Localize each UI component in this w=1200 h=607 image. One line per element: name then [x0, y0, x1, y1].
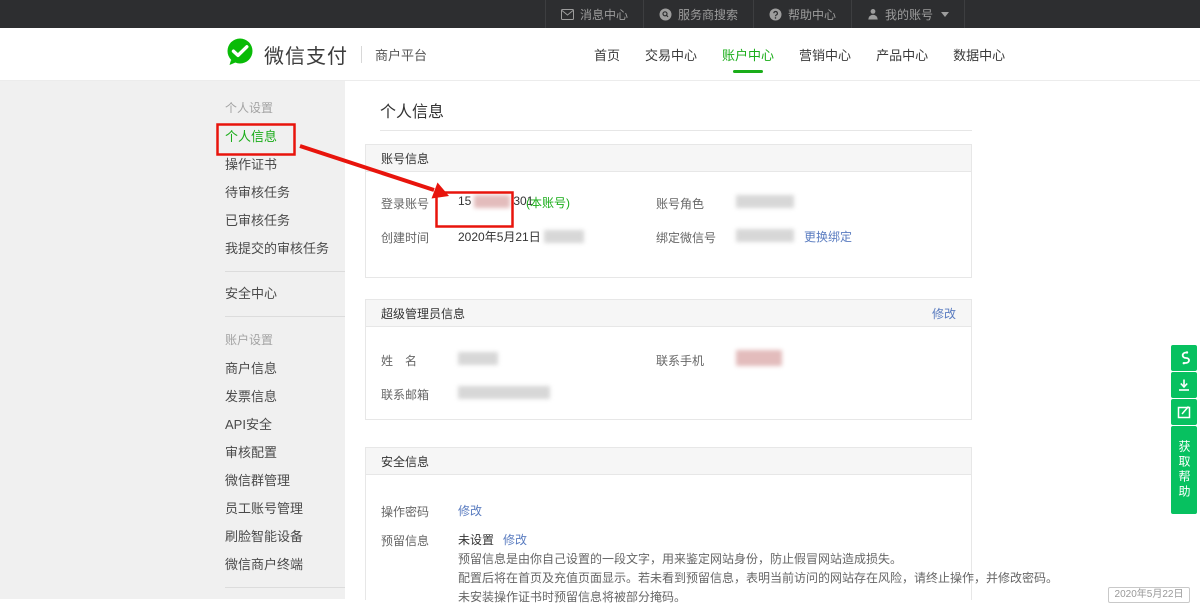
description-line: 未安装操作证书时预留信息将被部分掩码。 [458, 588, 963, 607]
topbar-item-label: 服务商搜索 [678, 6, 738, 23]
topbar-item-label: 消息中心 [580, 6, 628, 23]
redacted-created-time [544, 230, 584, 243]
reserved-info-status: 未设置 [458, 531, 494, 548]
nav-item-account-center[interactable]: 账户中心 [720, 28, 776, 80]
main-nav: 首页 交易中心 账户中心 营销中心 产品中心 数据中心 [592, 28, 1007, 80]
sidebar-section-account-settings: 账户设置 [225, 325, 345, 355]
reserved-info-description: 预留信息是由你自己设置的一段文字，用来鉴定网站身份，防止假冒网站造成损失。 配置… [458, 550, 963, 607]
card-title: 账号信息 [381, 150, 429, 167]
sidebar-item-reviewed-tasks[interactable]: 已审核任务 [225, 207, 345, 235]
sidebar-item-security-center[interactable]: 安全中心 [225, 280, 345, 308]
sidebar-item-pending-review-tasks[interactable]: 待审核任务 [225, 179, 345, 207]
redacted-admin-email [458, 386, 550, 399]
account-role-label: 账号角色 [656, 195, 704, 212]
sidebar-item-review-config[interactable]: 审核配置 [225, 439, 345, 467]
sidebar-item-operation-certificate[interactable]: 操作证书 [225, 151, 345, 179]
logo-divider [361, 46, 362, 63]
login-account-label: 登录账号 [381, 195, 429, 212]
rebind-link[interactable]: 更换绑定 [804, 228, 852, 245]
nav-item-marketing-center[interactable]: 营销中心 [797, 28, 853, 80]
nav-item-transaction-center[interactable]: 交易中心 [643, 28, 699, 80]
sidebar-section-personal-settings: 个人设置 [225, 93, 345, 123]
mail-icon [561, 9, 574, 20]
current-account-note: (本账号) [526, 194, 570, 211]
description-line: 配置后将在首页及充值页面显示。若未看到预留信息，表明当前访问的网站存在风险，请终… [458, 569, 963, 588]
security-info-card: 安全信息 操作密码 修改 预留信息 未设置 修改 预留信息是由你自己设置的一段文… [365, 447, 972, 600]
redacted-account-role [736, 195, 794, 208]
reserved-info-label: 预留信息 [381, 532, 429, 549]
security-info-card-header: 安全信息 [366, 448, 971, 475]
super-admin-card: 超级管理员信息 修改 姓 名 联系手机 联系邮箱 [365, 299, 972, 420]
sidebar-divider [225, 271, 345, 272]
super-admin-card-header: 超级管理员信息 修改 [366, 300, 971, 327]
operation-password-label: 操作密码 [381, 503, 429, 520]
description-line: 预留信息是由你自己设置的一段文字，用来鉴定网站身份，防止假冒网站造成损失。 [458, 550, 963, 569]
platform-name: 商户平台 [375, 45, 427, 64]
date-tooltip: 2020年5月22日 [1108, 587, 1190, 603]
topbar: 消息中心 服务商搜索 帮助中心 我的账号 [0, 0, 1200, 28]
topbar-item-messages[interactable]: 消息中心 [545, 0, 643, 28]
sidebar-item-wechat-group-management[interactable]: 微信群管理 [225, 467, 345, 495]
header: 微信支付 商户平台 首页 交易中心 账户中心 营销中心 产品中心 数据中心 [0, 28, 1200, 81]
login-account-prefix: 15 [458, 194, 471, 208]
created-time-label: 创建时间 [381, 229, 429, 246]
admin-name-label: 姓 名 [381, 352, 417, 369]
topbar-item-help[interactable]: 帮助中心 [753, 0, 851, 28]
admin-phone-label: 联系手机 [656, 352, 704, 369]
hotline-button[interactable] [1171, 345, 1197, 371]
user-icon [867, 8, 879, 20]
account-info-card-header: 账号信息 [366, 145, 971, 172]
feedback-icon [1177, 405, 1191, 419]
search-circle-icon [659, 8, 672, 21]
bound-wechat-label: 绑定微信号 [656, 229, 716, 246]
sidebar-item-personal-info[interactable]: 个人信息 [225, 123, 345, 151]
redacted-admin-name [458, 352, 498, 365]
login-account-value: 15 301 [458, 194, 533, 208]
card-title: 超级管理员信息 [381, 305, 465, 322]
download-button[interactable] [1171, 372, 1197, 398]
card-title: 安全信息 [381, 453, 429, 470]
redacted-login-middle [474, 195, 510, 208]
wechat-pay-logo-icon [225, 37, 255, 72]
floating-help-panel: 获取帮助 [1171, 345, 1197, 514]
chevron-down-icon [941, 12, 949, 17]
sidebar-item-face-smart-device[interactable]: 刷脸智能设备 [225, 523, 345, 551]
sidebar-item-staff-account-management[interactable]: 员工账号管理 [225, 495, 345, 523]
sidebar: 个人设置 个人信息 操作证书 待审核任务 已审核任务 我提交的审核任务 安全中心… [0, 81, 345, 599]
page-title: 个人信息 [380, 98, 444, 122]
topbar-item-my-account[interactable]: 我的账号 [851, 0, 965, 28]
get-help-button[interactable]: 获取帮助 [1171, 426, 1197, 514]
sidebar-item-merchant-info[interactable]: 商户信息 [225, 355, 345, 383]
brand-logo[interactable]: 微信支付 商户平台 [225, 28, 427, 80]
sidebar-item-invoice-info[interactable]: 发票信息 [225, 383, 345, 411]
topbar-item-label: 帮助中心 [788, 6, 836, 23]
topbar-item-provider-search[interactable]: 服务商搜索 [643, 0, 753, 28]
redacted-bound-wechat [736, 229, 794, 242]
topbar-item-label: 我的账号 [885, 6, 933, 23]
sidebar-item-wechat-merchant-terminal[interactable]: 微信商户终端 [225, 551, 345, 579]
sidebar-menu: 个人设置 个人信息 操作证书 待审核任务 已审核任务 我提交的审核任务 安全中心… [225, 93, 345, 596]
title-divider [380, 130, 972, 131]
sidebar-divider [225, 316, 345, 317]
get-help-label: 获取帮助 [1171, 440, 1197, 500]
question-circle-icon [769, 8, 782, 21]
reserved-edit-link[interactable]: 修改 [503, 531, 527, 548]
created-date: 2020年5月21日 [458, 228, 541, 245]
download-icon [1177, 378, 1191, 392]
sidebar-divider [225, 587, 345, 588]
brand-name: 微信支付 [264, 40, 348, 69]
redacted-admin-phone [736, 350, 782, 366]
created-time-value: 2020年5月21日 [458, 228, 584, 245]
hotline-icon [1177, 350, 1191, 366]
admin-email-label: 联系邮箱 [381, 386, 429, 403]
nav-item-data-center[interactable]: 数据中心 [951, 28, 1007, 80]
admin-edit-link[interactable]: 修改 [932, 305, 956, 322]
feedback-button[interactable] [1171, 399, 1197, 425]
sidebar-item-my-submitted-tasks[interactable]: 我提交的审核任务 [225, 235, 345, 263]
nav-item-home[interactable]: 首页 [592, 28, 622, 80]
sidebar-item-api-security[interactable]: API安全 [225, 411, 345, 439]
nav-item-product-center[interactable]: 产品中心 [874, 28, 930, 80]
account-info-card: 账号信息 登录账号 15 301 (本账号) 账号角色 创建时间 2020年5月… [365, 144, 972, 278]
password-edit-link[interactable]: 修改 [458, 502, 482, 519]
